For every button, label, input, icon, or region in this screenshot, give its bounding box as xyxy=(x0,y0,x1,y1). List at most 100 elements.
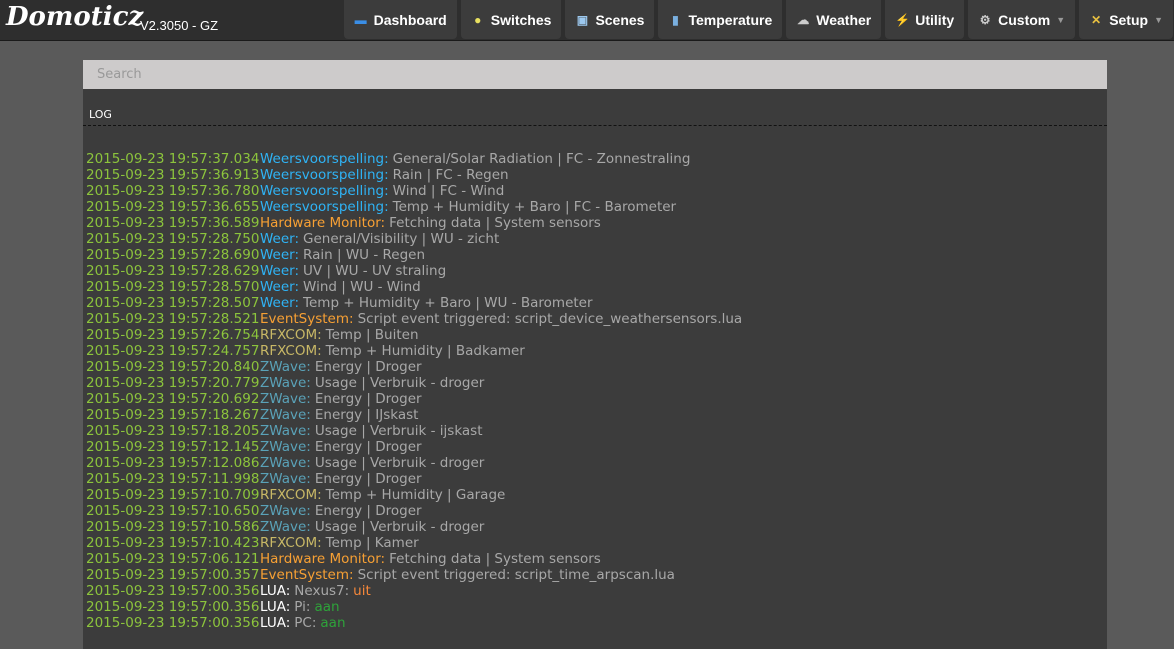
log-entry: 2015-09-23 19:57:11.998 ZWave: Energy | Dr… xyxy=(86,471,742,487)
log-message: Energy | Droger xyxy=(314,439,422,455)
log-source: RFXCOM: xyxy=(260,487,322,503)
log-source: RFXCOM: xyxy=(260,343,322,359)
log-source: Weer: xyxy=(260,279,300,295)
log-message: Usage | Verbruik - droger xyxy=(314,375,485,391)
log-message: Temp + Humidity + Baro | FC - Barometer xyxy=(392,199,677,215)
log-list: 2015-09-23 19:57:37.034 Weersvoorspelling… xyxy=(86,151,742,631)
log-timestamp: 2015-09-23 19:57:36.589 xyxy=(86,215,260,231)
log-entry: 2015-09-23 19:57:28.629 Weer: UV | WU - UV… xyxy=(86,263,742,279)
log-timestamp: 2015-09-23 19:57:26.754 xyxy=(86,327,260,343)
custom-gear-icon: ⚙ xyxy=(979,12,991,27)
log-source: Hardware Monitor: xyxy=(260,215,386,231)
log-source: Weer: xyxy=(260,247,300,263)
log-entry: 2015-09-23 19:57:18.205 ZWave: Usage | Ver… xyxy=(86,423,742,439)
log-message: General/Solar Radiation | FC - Zonnestra… xyxy=(392,151,691,167)
log-value: uit xyxy=(353,583,371,599)
log-timestamp: 2015-09-23 19:57:36.780 xyxy=(86,183,260,199)
log-title: LOG xyxy=(89,108,112,121)
log-entry: 2015-09-23 19:57:28.690 Weer: Rain | WU - … xyxy=(86,247,742,263)
log-entry: 2015-09-23 19:57:28.507 Weer: Temp + Humid… xyxy=(86,295,742,311)
log-message: Temp + Humidity | Garage xyxy=(325,487,506,503)
nav-utility-button[interactable]: ⚡ Utility xyxy=(885,0,965,39)
log-source: Weer: xyxy=(260,263,300,279)
nav-label: Custom xyxy=(998,11,1051,28)
log-message: Energy | Droger xyxy=(314,503,422,519)
log-source: EventSystem: xyxy=(260,567,354,583)
log-timestamp: 2015-09-23 19:57:12.086 xyxy=(86,455,260,471)
log-entry: 2015-09-23 19:57:28.521 EventSystem: Scrip… xyxy=(86,311,742,327)
lightbulb-icon: ● xyxy=(474,12,482,27)
log-source: Weer: xyxy=(260,231,300,247)
log-entry: 2015-09-23 19:57:36.589 Hardware Monitor:… xyxy=(86,215,742,231)
log-message: Rain | FC - Regen xyxy=(392,167,509,183)
log-entry: 2015-09-23 19:57:10.650 ZWave: Energy | Dr… xyxy=(86,503,742,519)
log-entry: 2015-09-23 19:57:28.750 Weer: General/Visi… xyxy=(86,231,742,247)
log-timestamp: 2015-09-23 19:57:28.507 xyxy=(86,295,260,311)
log-entry: 2015-09-23 19:57:24.757 RFXCOM: Temp + Hum… xyxy=(86,343,742,359)
log-timestamp: 2015-09-23 19:57:06.121 xyxy=(86,551,260,567)
log-timestamp: 2015-09-23 19:57:28.629 xyxy=(86,263,260,279)
log-message: Nexus7: xyxy=(294,583,350,599)
log-entry: 2015-09-23 19:57:00.357 EventSystem: Scrip… xyxy=(86,567,742,583)
log-source: Weersvoorspelling: xyxy=(260,199,389,215)
log-timestamp: 2015-09-23 19:57:28.570 xyxy=(86,279,260,295)
log-entry: 2015-09-23 19:57:10.423 RFXCOM: Temp | Kam… xyxy=(86,535,742,551)
log-source: Hardware Monitor: xyxy=(260,551,386,567)
divider xyxy=(83,125,1107,126)
log-entry: 2015-09-23 19:57:36.655 Weersvoorspelling… xyxy=(86,199,742,215)
log-source: Weersvoorspelling: xyxy=(260,151,389,167)
log-source: LUA: xyxy=(260,583,291,599)
nav-weather-button[interactable]: ☁ Weather xyxy=(786,0,882,39)
log-timestamp: 2015-09-23 19:57:18.267 xyxy=(86,407,260,423)
nav-custom-button[interactable]: ⚙ Custom ▼ xyxy=(968,0,1076,39)
log-entry: 2015-09-23 19:57:06.121 Hardware Monitor:… xyxy=(86,551,742,567)
log-source: LUA: xyxy=(260,615,291,631)
nav-setup-button[interactable]: ✕ Setup ▼ xyxy=(1079,0,1173,39)
log-timestamp: 2015-09-23 19:57:00.356 xyxy=(86,583,260,599)
log-message: Script event triggered: script_time_arps… xyxy=(357,567,675,583)
log-source: ZWave: xyxy=(260,423,311,439)
log-message: UV | WU - UV straling xyxy=(303,263,447,279)
log-entry: 2015-09-23 19:57:20.840 ZWave: Energy | Dr… xyxy=(86,359,742,375)
nav-dashboard-button[interactable]: ▬ Dashboard xyxy=(343,0,457,39)
log-entry: 2015-09-23 19:57:00.356 LUA: Nexus7: uit xyxy=(86,583,742,599)
nav-label: Setup xyxy=(1109,11,1149,28)
log-entry: 2015-09-23 19:57:18.267 ZWave: Energy | IJ… xyxy=(86,407,742,423)
log-entry: 2015-09-23 19:57:20.779 ZWave: Usage | Ver… xyxy=(86,375,742,391)
domoticz-logo[interactable]: Domoticz xyxy=(6,2,143,32)
log-timestamp: 2015-09-23 19:57:00.356 xyxy=(86,599,260,615)
nav-switches-button[interactable]: ● Switches xyxy=(460,0,562,39)
nav-scenes-button[interactable]: ▣ Scenes xyxy=(565,0,655,39)
log-panel: LOG 2015-09-23 19:57:37.034 Weersvoorspel… xyxy=(83,89,1107,649)
log-message: Energy | Droger xyxy=(314,391,422,407)
log-source: ZWave: xyxy=(260,519,311,535)
log-timestamp: 2015-09-23 19:57:10.586 xyxy=(86,519,260,535)
log-source: ZWave: xyxy=(260,391,311,407)
caret-down-icon: ▼ xyxy=(1056,14,1066,25)
log-value: aan xyxy=(314,599,340,615)
log-value: aan xyxy=(320,615,346,631)
log-message: Energy | IJskast xyxy=(314,407,419,423)
log-entry: 2015-09-23 19:57:00.356 LUA: PC: aan xyxy=(86,615,742,631)
log-timestamp: 2015-09-23 19:57:10.709 xyxy=(86,487,260,503)
log-source: EventSystem: xyxy=(260,311,354,327)
version-label: V2.3050 - GZ xyxy=(140,18,219,33)
log-message: Wind | WU - Wind xyxy=(303,279,421,295)
log-message: Temp + Humidity | Badkamer xyxy=(325,343,525,359)
log-message: Usage | Verbruik - ijskast xyxy=(314,423,483,439)
log-source: ZWave: xyxy=(260,407,311,423)
log-message: Fetching data | System sensors xyxy=(389,215,601,231)
log-source: RFXCOM: xyxy=(260,327,322,343)
utility-icon: ⚡ xyxy=(895,12,911,27)
main-nav: ▬ Dashboard ● Switches ▣ Scenes ▮ Temperature ☁ W… xyxy=(343,0,1174,39)
nav-temperature-button[interactable]: ▮ Temperature xyxy=(658,0,783,39)
log-timestamp: 2015-09-23 19:57:28.690 xyxy=(86,247,260,263)
log-source: Weer: xyxy=(260,295,300,311)
log-timestamp: 2015-09-23 19:57:10.423 xyxy=(86,535,260,551)
log-entry: 2015-09-23 19:57:10.709 RFXCOM: Temp + Hum… xyxy=(86,487,742,503)
log-message: General/Visibility | WU - zicht xyxy=(303,231,500,247)
log-source: Weersvoorspelling: xyxy=(260,183,389,199)
log-source: LUA: xyxy=(260,599,291,615)
log-message: Temp + Humidity + Baro | WU - Barometer xyxy=(303,295,593,311)
search-input[interactable] xyxy=(83,60,1107,89)
